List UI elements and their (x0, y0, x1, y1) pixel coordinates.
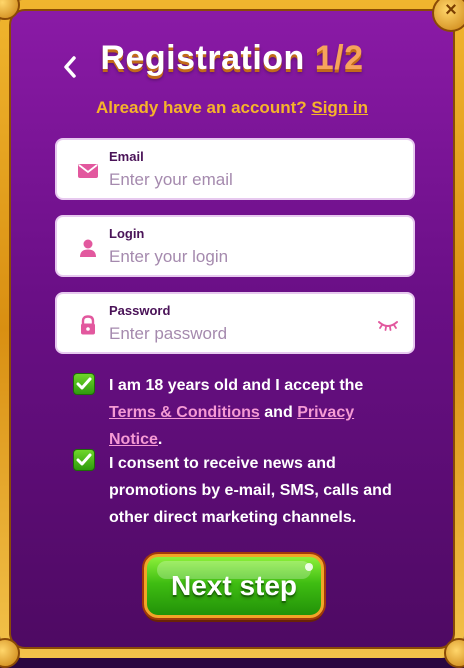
modal-frame: Registration 1/2 Already have an account… (0, 0, 464, 668)
login-field[interactable]: Login (55, 215, 415, 277)
sign-in-link[interactable]: Sign in (311, 98, 368, 117)
checkmark-icon (76, 377, 92, 390)
sign-in-prompt-text: Already have an account? (95, 98, 307, 117)
login-label: Login (109, 226, 145, 241)
user-icon (80, 239, 96, 257)
terms-link[interactable]: Terms & Conditions (109, 404, 260, 421)
lock-icon (81, 315, 95, 335)
step-indicator: 1/2 (314, 39, 364, 77)
age-terms-statement: I am 18 years old and I accept the (109, 377, 364, 394)
email-field[interactable]: Email (55, 138, 415, 200)
registration-panel: Registration 1/2 Already have an account… (9, 9, 455, 649)
sparkle-icon (305, 563, 313, 571)
eye-closed-icon[interactable] (377, 318, 399, 332)
checkmark-icon (76, 453, 92, 466)
password-label: Password (109, 303, 171, 318)
marketing-consent-checkbox[interactable] (73, 449, 95, 471)
password-field[interactable]: Password (55, 292, 415, 354)
age-terms-checkbox[interactable] (73, 373, 95, 395)
envelope-icon (78, 164, 98, 178)
age-terms-conjunction: and (264, 404, 293, 421)
email-input[interactable] (109, 168, 379, 192)
age-terms-text: I am 18 years old and I accept the Terms… (109, 372, 409, 453)
page-title: Registration 1/2 (11, 39, 453, 78)
login-input[interactable] (109, 245, 379, 269)
corner-ornament (444, 638, 464, 668)
marketing-consent-text: I consent to receive news and promotions… (109, 455, 392, 526)
age-terms-end: . (157, 431, 163, 448)
sign-in-prompt: Already have an account? Sign in (11, 98, 453, 118)
password-input[interactable] (109, 322, 379, 346)
email-label: Email (109, 149, 144, 164)
title-text: Registration (100, 39, 305, 77)
next-step-button[interactable]: Next step (144, 554, 324, 618)
close-icon: × (445, 0, 457, 21)
next-step-label: Next step (170, 570, 298, 601)
